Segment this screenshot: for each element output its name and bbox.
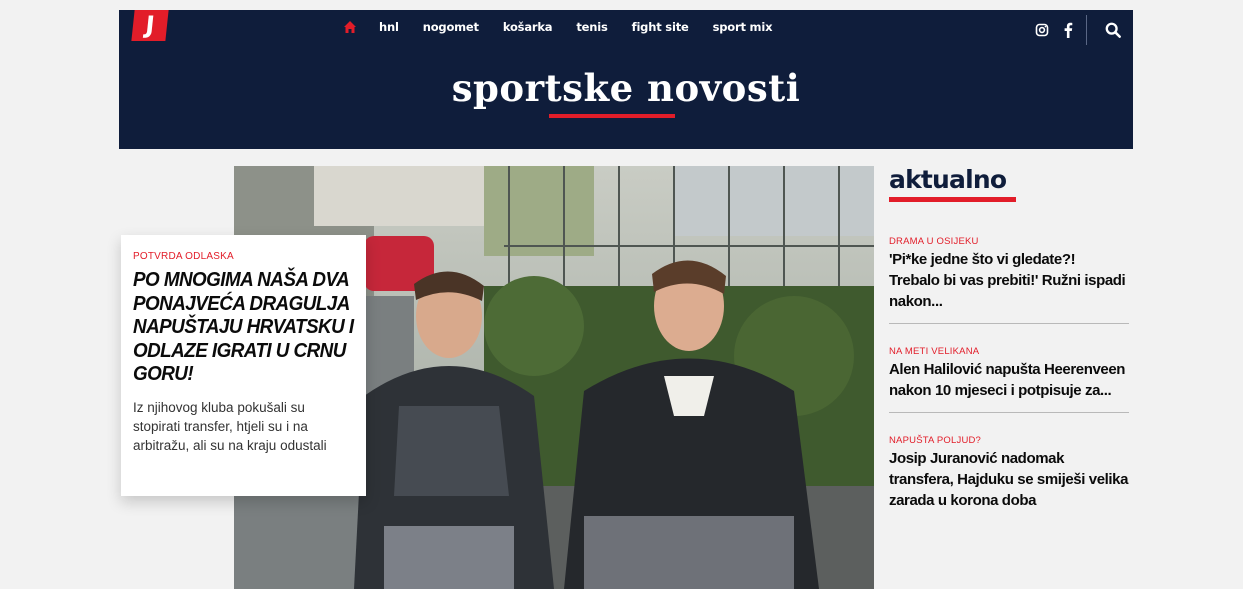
hero-article-card[interactable]: POTVRDA ODLASKA PO MNOGIMA NAŠA DVA PONA…: [121, 235, 366, 496]
social-links: [1024, 15, 1121, 45]
site-title-underline: [549, 114, 675, 118]
sidebar-title: aktualno: [889, 165, 1007, 194]
aktualno-sidebar: aktualno DRAMA U OSIJEKU 'Pi*ke jedne št…: [889, 166, 1129, 511]
site-logo[interactable]: J: [131, 10, 169, 41]
home-icon[interactable]: [343, 20, 357, 34]
instagram-icon[interactable]: [1034, 22, 1050, 38]
nav-item-sport-mix[interactable]: sport mix: [713, 20, 773, 34]
site-header: J hnl nogomet košarka tenis fight site s…: [119, 10, 1133, 149]
nav-item-hnl[interactable]: hnl: [379, 20, 399, 34]
hero-headline[interactable]: PO MNOGIMA NAŠA DVA PONAJVEĆA DRAGULJA N…: [133, 268, 354, 386]
sidebar-article[interactable]: DRAMA U OSIJEKU 'Pi*ke jedne što vi gled…: [889, 202, 1129, 324]
nav-item-nogomet[interactable]: nogomet: [423, 20, 479, 34]
article-kicker: DRAMA U OSIJEKU: [889, 236, 979, 247]
article-headline[interactable]: 'Pi*ke jedne što vi gledate?! Trebalo bi…: [889, 249, 1129, 312]
sidebar-article[interactable]: NA METI VELIKANA Alen Halilović napušta …: [889, 324, 1129, 413]
article-headline[interactable]: Alen Halilović napušta Heerenveen nakon …: [889, 359, 1129, 401]
article-kicker: NA METI VELIKANA: [889, 346, 980, 357]
nav-item-kosarka[interactable]: košarka: [503, 20, 553, 34]
nav-item-tenis[interactable]: tenis: [576, 20, 607, 34]
nav-item-fight-site[interactable]: fight site: [632, 20, 689, 34]
header-divider: [1086, 15, 1087, 45]
sidebar-article[interactable]: NAPUŠTA POLJUD? Josip Juranović nadomak …: [889, 413, 1129, 511]
hero-kicker: POTVRDA ODLASKA: [133, 251, 234, 262]
facebook-icon[interactable]: [1060, 22, 1076, 38]
article-kicker: NAPUŠTA POLJUD?: [889, 435, 982, 446]
site-title: sportske novosti: [451, 66, 801, 110]
search-icon[interactable]: [1105, 22, 1121, 38]
main-nav: hnl nogomet košarka tenis fight site spo…: [343, 20, 796, 34]
article-headline[interactable]: Josip Juranović nadomak transfera, Hajdu…: [889, 448, 1129, 511]
hero-subtitle: Iz njihovog kluba pokušali su stopirati …: [133, 399, 327, 453]
